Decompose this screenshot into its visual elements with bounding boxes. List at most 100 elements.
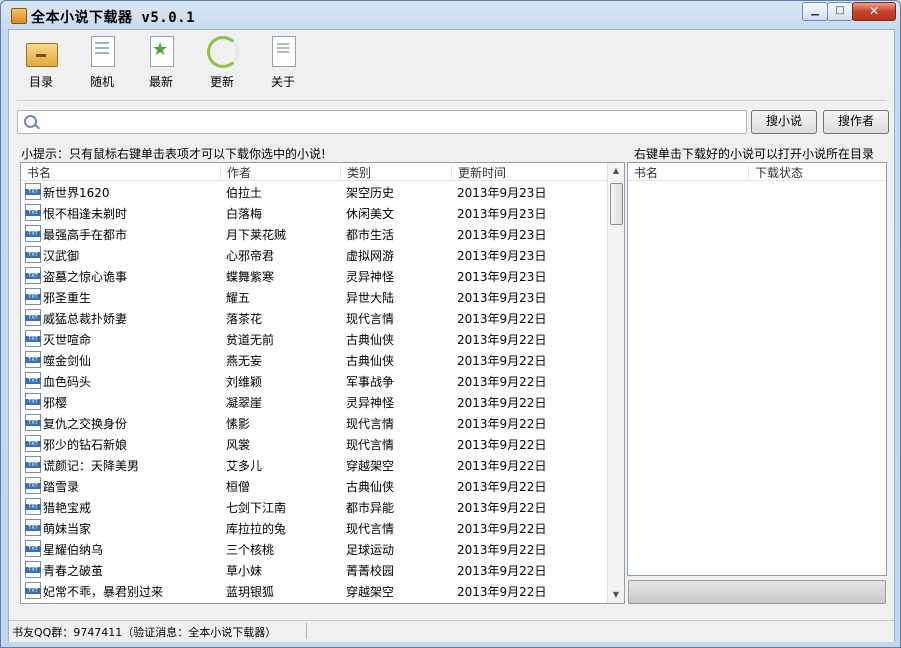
scroll-thumb[interactable] [610,183,623,225]
cell-updated: 2013年9月23日 [457,249,547,263]
table-row[interactable]: 恨不相逢未剃时 白落梅 休闲美文 2013年9月23日 [21,202,607,223]
scroll-up-icon[interactable]: ▲ [608,163,624,179]
status-text: 书友QQ群：9747411（验证消息：全本小说下载器） [12,626,277,639]
table-row[interactable]: 邪樱 凝翠崖 灵异神怪 2013年9月22日 [21,391,607,412]
txt-file-icon [25,183,41,200]
table-row[interactable]: 新世界1620 伯拉土 架空历史 2013年9月23日 [21,181,607,202]
toolbar-separator [17,100,886,102]
cell-title: 邪圣重生 [43,291,92,305]
update-icon [206,35,239,68]
update-button[interactable]: 更新 [197,35,247,93]
cell-category: 穿越架空 [346,585,395,599]
title-bar[interactable]: 全本小说下载器 v5.0.1 ▁ □ ✕ [1,1,900,30]
vertical-scrollbar[interactable]: ▲ ▼ [607,163,624,603]
search-author-button[interactable]: 搜作者 [823,110,889,134]
search-box[interactable] [17,110,747,134]
search-input[interactable] [42,112,746,133]
cell-title: 踏雪录 [43,480,80,494]
cell-author: 伯拉土 [226,186,263,200]
cell-title: 谎颜记：天降美男 [43,459,140,473]
table-row[interactable]: 灭世喧命 贫道无前 古典仙侠 2013年9月22日 [21,328,607,349]
table-row[interactable]: 盗墓之惊心诡事 蝶舞紫寒 灵异神怪 2013年9月23日 [21,265,607,286]
table-row[interactable]: 猎艳宝戒 七剑下江南 都市异能 2013年9月22日 [21,496,607,517]
table-row[interactable]: 萌妹当家 库拉拉的兔 现代言情 2013年9月22日 [21,517,607,538]
txt-file-icon [25,414,41,431]
cell-author: 库拉拉的兔 [226,522,287,536]
search-icon [24,115,37,128]
table-row[interactable]: 邪圣重生 耀五 异世大陆 2013年9月23日 [21,286,607,307]
cell-category: 现代言情 [346,417,395,431]
cell-author: 愫影 [226,417,251,431]
table-row[interactable]: 血色码头 刘维颖 军事战争 2013年9月22日 [21,370,607,391]
cell-author: 落茶花 [226,312,263,326]
cell-updated: 2013年9月23日 [457,186,547,200]
table-row[interactable]: 噬金剑仙 燕无妄 古典仙侠 2013年9月22日 [21,349,607,370]
cell-author: 心邪帝君 [226,249,275,263]
column-header-dl-title[interactable]: 书名 [628,164,748,180]
cell-title: 邪少的钻石新娘 [43,438,128,452]
search-novel-button[interactable]: 搜小说 [751,110,817,134]
txt-file-icon [25,309,41,326]
column-header-title[interactable]: 书名 [21,164,220,180]
scroll-down-icon[interactable]: ▼ [608,587,624,603]
random-label: 随机 [89,75,114,89]
close-button[interactable]: ✕ [852,2,896,21]
maximize-button[interactable]: □ [827,2,853,21]
table-row[interactable]: 妃常不乖，暴君别过来 蓝玥银狐 穿越架空 2013年9月22日 [21,580,607,601]
column-header-updated[interactable]: 更新时间 [451,164,607,180]
cell-title: 邪樱 [43,396,68,410]
cell-title: 萌妹当家 [43,522,92,536]
table-row[interactable]: 谎颜记：天降美男 艾多儿 穿越架空 2013年9月22日 [21,454,607,475]
column-header-dl-status[interactable]: 下载状态 [748,164,886,180]
table-row[interactable]: 青春之破茧 草小妹 菁菁校园 2013年9月22日 [21,559,607,580]
txt-file-icon [25,456,41,473]
tip-right: 右键单击下载好的小说可以打开小说所在目录 [633,147,874,161]
cell-title: 血色码头 [43,375,92,389]
cell-title: 灭世喧命 [43,333,92,347]
tip-left: 小提示：只有鼠标右键单击表项才可以下载你选中的小说! [21,147,326,161]
cell-category: 现代言情 [346,438,395,452]
column-header-author[interactable]: 作者 [220,164,340,180]
txt-file-icon [25,435,41,452]
cell-updated: 2013年9月22日 [457,459,547,473]
txt-file-icon [25,267,41,284]
cell-title: 最强高手在都市 [43,228,128,242]
table-row[interactable]: 汉武御 心邪帝君 虚拟网游 2013年9月23日 [21,244,607,265]
cell-category: 菁菁校园 [346,564,395,578]
cell-updated: 2013年9月22日 [457,396,547,410]
catalog-icon [25,35,58,67]
app-window: 全本小说下载器 v5.0.1 ▁ □ ✕ 目录 随机 ★ 最新 更新 关于 搜小… [0,0,901,648]
column-header-category[interactable]: 类别 [340,164,451,180]
cell-title: 威猛总裁扑娇妻 [43,312,128,326]
table-row[interactable]: 星耀伯纳乌 三个核桃 足球运动 2013年9月22日 [21,538,607,559]
cell-author: 刘维颖 [226,375,263,389]
cell-author: 凝翠崖 [226,396,263,410]
table-row[interactable]: 威猛总裁扑娇妻 落茶花 现代言情 2013年9月22日 [21,307,607,328]
cell-updated: 2013年9月22日 [457,417,547,431]
cell-updated: 2013年9月23日 [457,207,547,221]
cell-updated: 2013年9月22日 [457,438,547,452]
txt-file-icon [25,246,41,263]
about-button[interactable]: 关于 [258,35,308,93]
table-row[interactable]: 邪少的钻石新娘 风裳 现代言情 2013年9月22日 [21,433,607,454]
cell-category: 古典仙侠 [346,480,395,494]
cell-updated: 2013年9月23日 [457,228,547,242]
download-list[interactable]: 书名 下载状态 [627,162,887,576]
cell-title: 汉武御 [43,249,80,263]
txt-file-icon [25,393,41,410]
minimize-button[interactable]: ▁ [802,2,828,21]
cell-category: 灵异神怪 [346,270,395,284]
cell-author: 风裳 [226,438,251,452]
table-row[interactable]: 踏雪录 桓僧 古典仙侠 2013年9月22日 [21,475,607,496]
cell-category: 足球运动 [346,543,395,557]
window-title: 全本小说下载器 v5.0.1 [31,10,196,26]
catalog-button[interactable]: 目录 [16,35,66,93]
cell-title: 青春之破茧 [43,564,104,578]
latest-button[interactable]: ★ 最新 [136,35,186,93]
novel-list[interactable]: 书名 作者 类别 更新时间 新世界1620伯拉土架空历史2013年9月23日恨不… [20,162,625,604]
table-row[interactable]: 最强高手在都市 月下莱花贼 都市生活 2013年9月23日 [21,223,607,244]
table-row[interactable]: 复仇之交换身份 愫影 现代言情 2013年9月22日 [21,412,607,433]
cell-category: 现代言情 [346,312,395,326]
cell-updated: 2013年9月22日 [457,354,547,368]
random-button[interactable]: 随机 [77,35,127,93]
